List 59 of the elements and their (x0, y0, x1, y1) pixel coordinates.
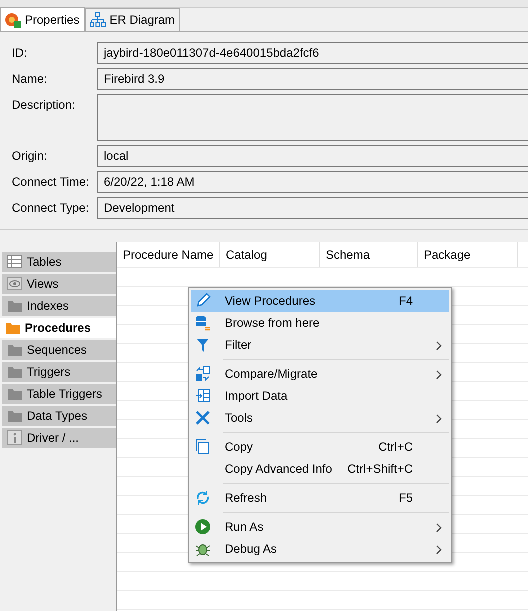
shortcut-label: F5 (398, 490, 414, 507)
shortcut-label: Ctrl+C (378, 439, 414, 456)
folder-icon (7, 298, 23, 314)
refresh-icon (195, 490, 211, 506)
sidebar-item[interactable]: Data Types (2, 406, 116, 428)
menu-item[interactable]: Browse from here (191, 312, 449, 334)
sidebar-item[interactable]: Procedures (0, 318, 116, 340)
menu-item[interactable]: Filter (191, 334, 449, 356)
column-header[interactable]: Package (418, 242, 518, 267)
field-label: Connect Time: (12, 174, 90, 191)
field-label: Origin: (12, 148, 48, 165)
sidebar-item[interactable]: Views (2, 274, 116, 296)
column-header[interactable]: Catalog (220, 242, 320, 267)
folder-icon (7, 342, 23, 358)
eye-icon (7, 276, 23, 292)
shortcut-label: F4 (398, 293, 414, 310)
copy-icon (195, 439, 211, 455)
play-icon (195, 519, 211, 535)
compare-icon (195, 366, 211, 382)
column-header[interactable]: Procedure Name (117, 242, 220, 267)
menu-item[interactable]: View Procedures F4 (191, 290, 449, 312)
sidebar-item[interactable]: Tables (2, 252, 116, 274)
value-field[interactable]: jaybird-180e011307d-4e640015bda2fcf6 (97, 42, 528, 64)
folder-icon (7, 408, 23, 424)
pencil-icon (195, 293, 211, 309)
filter-icon (195, 337, 211, 353)
field-label: ID: (12, 45, 28, 62)
description-field[interactable] (97, 94, 528, 141)
sidebar-item[interactable]: Table Triggers (2, 384, 116, 406)
sidebar-item[interactable]: Sequences (2, 340, 116, 362)
import-icon (195, 388, 211, 404)
folder-icon (7, 364, 23, 380)
field-label: Description: (12, 97, 76, 114)
value-field[interactable]: 6/20/22, 1:18 AM (97, 171, 528, 193)
menu-item[interactable]: Copy Advanced Info Ctrl+Shift+C (191, 458, 449, 480)
value-field[interactable]: Firebird 3.9 (97, 68, 528, 90)
view-tab[interactable]: Properties (0, 7, 85, 31)
menu-item[interactable]: Copy Ctrl+C (191, 436, 449, 458)
shortcut-label: Ctrl+Shift+C (348, 461, 414, 478)
sidebar-item[interactable]: Indexes (2, 296, 116, 318)
diagram-icon (90, 12, 106, 28)
menu-item[interactable]: Tools (191, 407, 449, 429)
folder-icon (5, 320, 21, 336)
menu-item[interactable]: Refresh F5 (191, 487, 449, 509)
menu-item[interactable]: Compare/Migrate (191, 363, 449, 385)
info-icon (7, 430, 23, 446)
value-field[interactable]: local (97, 145, 528, 167)
value-field[interactable]: Development (97, 197, 528, 219)
menu-item[interactable]: Debug As (191, 538, 449, 560)
menu-item[interactable]: Import Data (191, 385, 449, 407)
folder-icon (7, 386, 23, 402)
field-label: Connect Type: (12, 200, 90, 217)
menu-item[interactable]: Run As (191, 516, 449, 538)
sidebar-item[interactable]: Triggers (2, 362, 116, 384)
column-header[interactable]: Schema (320, 242, 418, 267)
view-tab[interactable]: ER Diagram (84, 8, 180, 31)
sidebar-item[interactable]: Driver / ... (2, 428, 116, 450)
table-icon (7, 254, 23, 270)
field-label: Name: (12, 71, 48, 88)
